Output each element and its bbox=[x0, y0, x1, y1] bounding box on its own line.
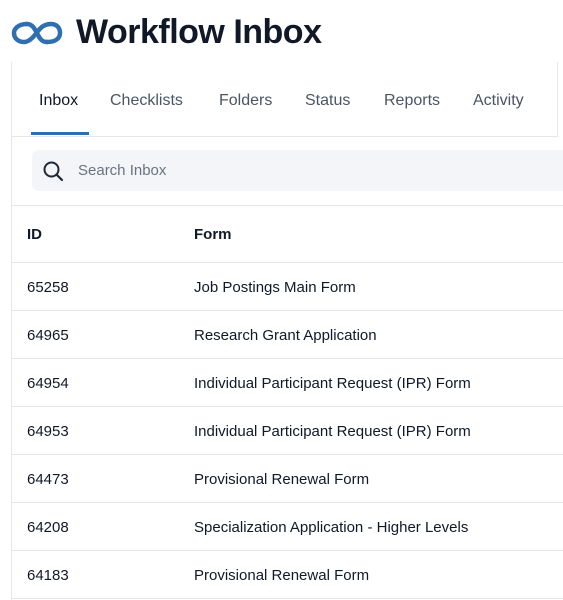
row-id-cell: 64183 bbox=[27, 567, 69, 584]
tab-checklists[interactable]: Checklists bbox=[110, 91, 183, 111]
row-form-cell: Provisional Renewal Form bbox=[194, 471, 370, 488]
tab-folders[interactable]: Folders bbox=[219, 91, 272, 111]
inbox-card: Inbox Checklists Folders Status Reports … bbox=[11, 62, 563, 600]
row-form-cell: Individual Participant Request (IPR) For… bbox=[194, 423, 471, 440]
column-header-id[interactable]: ID bbox=[27, 226, 42, 243]
row-form-cell: Research Grant Application bbox=[194, 327, 377, 344]
search-input[interactable] bbox=[78, 150, 558, 191]
row-id-cell: 64954 bbox=[27, 375, 69, 392]
table-row[interactable]: 64208 Specialization Application - Highe… bbox=[12, 503, 563, 551]
column-header-form[interactable]: Form bbox=[194, 226, 232, 243]
table-row[interactable]: 64953 Individual Participant Request (IP… bbox=[12, 407, 563, 455]
tab-reports[interactable]: Reports bbox=[384, 91, 440, 111]
table-row[interactable]: 64954 Individual Participant Request (IP… bbox=[12, 359, 563, 407]
tab-activity[interactable]: Activity bbox=[473, 91, 524, 111]
row-form-cell: Provisional Renewal Form bbox=[194, 567, 370, 584]
workflow-inbox-page: Workflow Inbox Inbox Checklists Folders … bbox=[0, 0, 563, 600]
search-icon[interactable] bbox=[42, 160, 64, 182]
page-header: Workflow Inbox bbox=[0, 0, 563, 62]
row-id-cell: 64965 bbox=[27, 327, 69, 344]
search-bar bbox=[12, 137, 563, 206]
table-header-row: ID Form bbox=[12, 206, 563, 263]
row-form-cell: Job Postings Main Form bbox=[194, 279, 356, 296]
page-title: Workflow Inbox bbox=[76, 13, 322, 51]
search-box[interactable] bbox=[32, 150, 563, 191]
active-tab-indicator bbox=[31, 132, 89, 135]
tab-status[interactable]: Status bbox=[305, 91, 350, 111]
table-row[interactable]: 64183 Provisional Renewal Form bbox=[12, 551, 563, 599]
row-id-cell: 64208 bbox=[27, 519, 69, 536]
row-id-cell: 65258 bbox=[27, 279, 69, 296]
inbox-table: ID Form 65258 Job Postings Main Form 649… bbox=[12, 206, 563, 599]
row-id-cell: 64473 bbox=[27, 471, 69, 488]
tab-inbox[interactable]: Inbox bbox=[39, 91, 78, 111]
table-row[interactable]: 65258 Job Postings Main Form bbox=[12, 263, 563, 311]
link-loop-icon bbox=[11, 21, 63, 45]
row-form-cell: Individual Participant Request (IPR) For… bbox=[194, 375, 471, 392]
table-row[interactable]: 64473 Provisional Renewal Form bbox=[12, 455, 563, 503]
table-row[interactable]: 64965 Research Grant Application bbox=[12, 311, 563, 359]
tab-bar: Inbox Checklists Folders Status Reports … bbox=[12, 62, 558, 137]
row-form-cell: Specialization Application - Higher Leve… bbox=[194, 519, 469, 536]
row-id-cell: 64953 bbox=[27, 423, 69, 440]
